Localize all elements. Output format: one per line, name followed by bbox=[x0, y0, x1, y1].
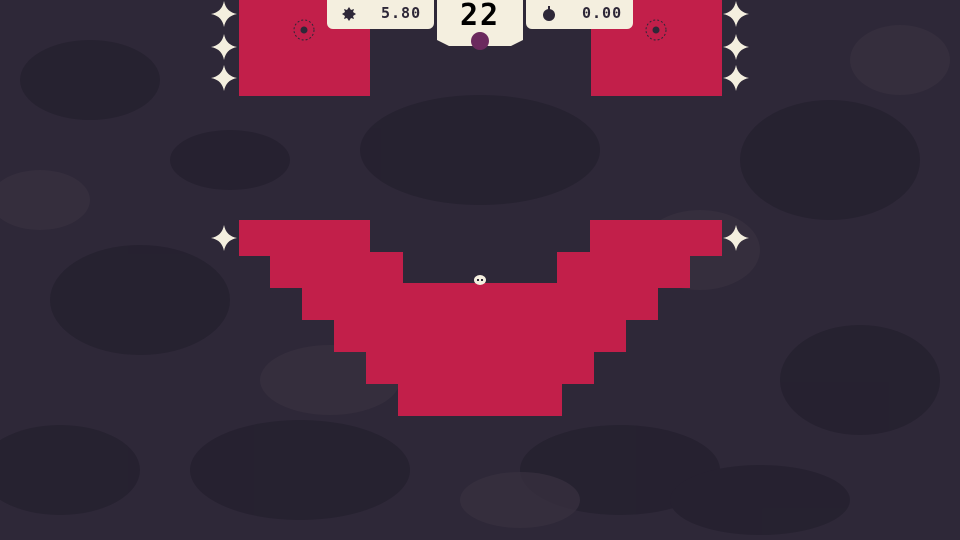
sparkle-star-icon bbox=[211, 225, 237, 251]
hud-right-timer: 0.00 bbox=[526, 0, 633, 29]
player-marker-icon bbox=[471, 32, 489, 50]
level-number: 22 bbox=[459, 0, 501, 33]
target-ring-icon bbox=[293, 19, 315, 41]
right-timer-value: 0.00 bbox=[582, 4, 623, 22]
sparkle-star-icon bbox=[723, 225, 749, 251]
sparkle-star-icon bbox=[211, 1, 237, 27]
target-ring-icon bbox=[645, 19, 667, 41]
hud-left-timer: 5.80 bbox=[327, 0, 434, 29]
stair-platform bbox=[239, 220, 722, 416]
sparkle-star-icon bbox=[723, 34, 749, 60]
sparkle-star-icon bbox=[211, 34, 237, 60]
apple-bomb-icon bbox=[543, 6, 555, 21]
bomb-icon bbox=[342, 7, 356, 21]
skull-ball-icon bbox=[474, 275, 486, 285]
sparkle-star-icon bbox=[723, 1, 749, 27]
sparkle-star-icon bbox=[723, 65, 749, 91]
left-timer-value: 5.80 bbox=[381, 4, 422, 22]
sparkle-star-icon bbox=[211, 65, 237, 91]
